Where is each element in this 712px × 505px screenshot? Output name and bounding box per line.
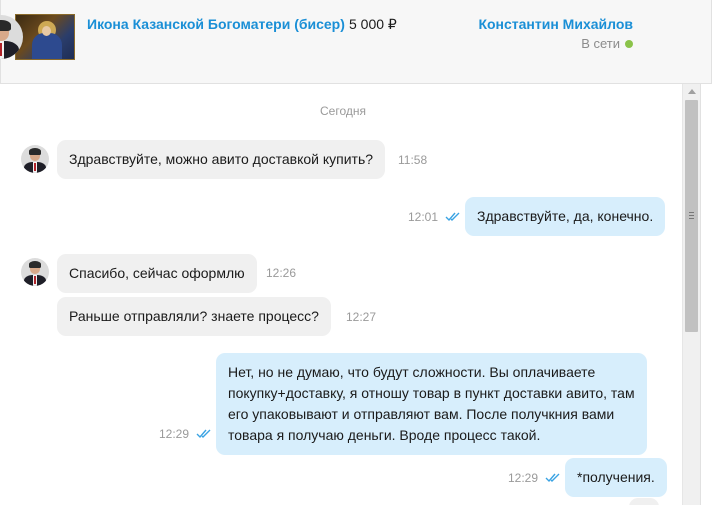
message-time: 11:58 bbox=[398, 153, 428, 167]
message-list[interactable]: Сегодня Здравствуйте, можно авито достав… bbox=[4, 84, 682, 505]
message-bubble-incoming: Раньше отправляли? знаете процесс? bbox=[57, 297, 331, 336]
seller-status: В сети bbox=[581, 36, 633, 51]
scroll-up-arrow-icon[interactable] bbox=[688, 89, 696, 94]
message-time: 12:29 bbox=[508, 471, 539, 485]
date-separator: Сегодня bbox=[320, 104, 366, 118]
message-text: Здравствуйте, можно авито доставкой купи… bbox=[69, 151, 374, 167]
message-line: Нет, но не думаю, что будут сложности. В… bbox=[228, 364, 596, 380]
message-time: 12:01 bbox=[408, 210, 439, 224]
sender-avatar[interactable] bbox=[21, 145, 49, 173]
message-bubble-incoming: Спасибо, сейчас оформлю bbox=[57, 254, 257, 293]
product-title-link[interactable]: Икона Казанской Богоматери (бисер) bbox=[87, 16, 345, 32]
message-text: Раньше отправляли? знаете процесс? bbox=[69, 308, 319, 324]
scroll-thumb[interactable] bbox=[685, 100, 698, 332]
double-check-icon bbox=[445, 212, 460, 222]
seller-status-text: В сети bbox=[581, 36, 620, 51]
online-dot-icon bbox=[625, 39, 633, 48]
icon-robe bbox=[32, 33, 62, 59]
sender-avatar[interactable] bbox=[21, 258, 49, 286]
message-line: покупку+доставку, я отношу товар в пункт… bbox=[228, 385, 635, 401]
chat-header: Икона Казанской Богоматери (бисер) 5 000… bbox=[0, 0, 712, 84]
chat-scrollbar[interactable] bbox=[682, 84, 700, 505]
message-line: его упаковывают и отправляют вам. После … bbox=[228, 406, 615, 422]
message-time: 12:29 bbox=[159, 427, 190, 441]
message-text: Спасибо, сейчас оформлю bbox=[69, 265, 245, 281]
message-bubble-outgoing: Здравствуйте, да, конечно. bbox=[465, 197, 666, 236]
double-check-icon bbox=[545, 473, 560, 483]
message-bubble-outgoing: *получения. bbox=[565, 458, 667, 497]
message-bubble-partial bbox=[629, 498, 659, 505]
message-bubble-outgoing: Нет, но не думаю, что будут сложности. В… bbox=[216, 353, 647, 455]
product-thumbnail[interactable] bbox=[15, 14, 75, 60]
double-check-icon bbox=[196, 429, 211, 439]
message-line: товара я получаю деньги. Вроде процесс т… bbox=[228, 427, 541, 443]
message-bubble-incoming: Здравствуйте, можно авито доставкой купи… bbox=[57, 140, 386, 179]
message-text: Здравствуйте, да, конечно. bbox=[477, 208, 654, 224]
message-text: *получения. bbox=[577, 469, 655, 485]
message-time: 12:27 bbox=[346, 310, 377, 324]
seller-name-link[interactable]: Константин Михайлов bbox=[478, 16, 633, 32]
icon-face bbox=[42, 26, 51, 36]
page-edge bbox=[700, 84, 712, 505]
product-price: 5 000 ₽ bbox=[349, 16, 397, 32]
message-time: 12:26 bbox=[266, 266, 297, 280]
